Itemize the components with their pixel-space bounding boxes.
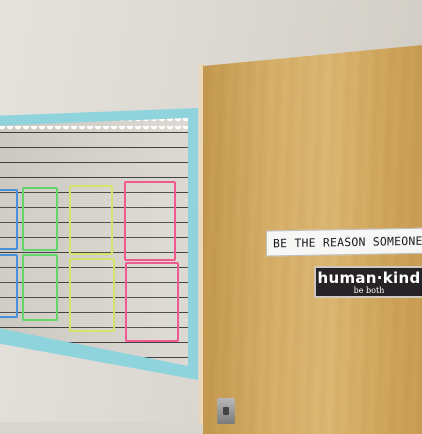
pocket-yellow-bottom [69, 258, 115, 332]
pocket-blue-top [0, 189, 18, 250]
human-kind-sign: human·kind be both [314, 266, 422, 298]
pocket-pink-top [124, 181, 176, 261]
smile-sign: BE THE REASON SOMEONE SMIL [266, 227, 422, 257]
pocket-blue-bottom [0, 254, 18, 318]
human-kind-sub-text: be both [353, 286, 385, 295]
keyhole-icon [223, 407, 229, 415]
smile-sign-text: BE THE REASON SOMEONE SMIL [273, 233, 422, 251]
human-kind-main-text: human·kind [317, 269, 421, 287]
pocket-pink-bottom [125, 262, 179, 342]
pocket-green-bottom [22, 254, 58, 321]
pocket-yellow-top [69, 185, 113, 255]
pocket-green-top [22, 187, 58, 251]
